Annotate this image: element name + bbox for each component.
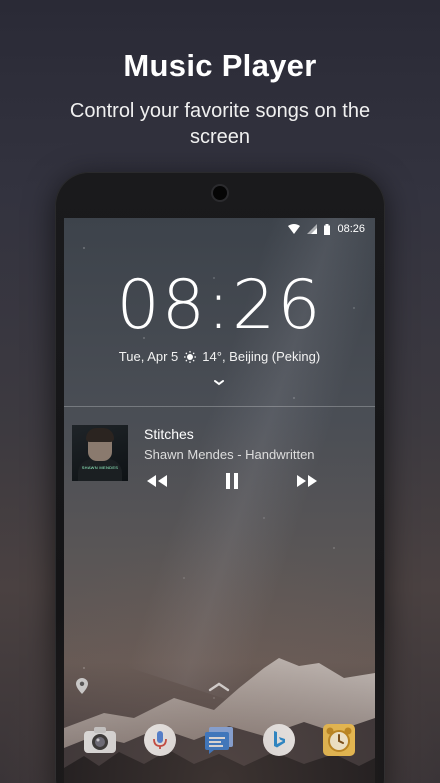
- fast-forward-icon: [297, 475, 317, 487]
- playback-controls: [144, 471, 322, 491]
- chevron-up-icon[interactable]: [208, 682, 230, 692]
- song-title: Stitches: [144, 426, 194, 442]
- pause-icon: [226, 473, 238, 489]
- front-camera: [213, 186, 227, 200]
- app-dock: [64, 710, 375, 770]
- chevron-down-icon[interactable]: [212, 378, 226, 388]
- fast-forward-button[interactable]: [294, 471, 322, 491]
- promo-title: Music Player: [123, 48, 317, 83]
- messages-app-icon[interactable]: [202, 723, 236, 757]
- music-player-widget: SHAWN MENDES Stitches Shawn Mendes - Han…: [72, 425, 367, 489]
- divider: [64, 406, 375, 407]
- promo-subtitle: Control your favorite songs on the scree…: [69, 100, 371, 148]
- song-artist-album: Shawn Mendes - Handwritten: [144, 447, 315, 462]
- album-art[interactable]: SHAWN MENDES: [72, 425, 128, 481]
- alarm-clock-app-icon[interactable]: [322, 723, 356, 757]
- album-art-label: SHAWN MENDES: [81, 465, 119, 470]
- album-art-figure-hair: [86, 428, 114, 442]
- date-text: Tue, Apr 5: [118, 349, 179, 364]
- rewind-icon: [147, 475, 167, 487]
- wifi-icon: [288, 224, 301, 234]
- album-art-figure-shirt: [78, 459, 122, 481]
- bing-app-icon[interactable]: [262, 723, 296, 757]
- lock-screen: 08:26 08:26 Tue, Apr 5 14°, Beijing (Pek…: [64, 218, 375, 783]
- pause-button[interactable]: [222, 471, 250, 491]
- voice-search-app-icon[interactable]: [143, 723, 177, 757]
- camera-app-icon[interactable]: [83, 723, 117, 757]
- status-bar: 08:26: [64, 218, 375, 240]
- date-weather-row: Tue, Apr 5 14°, Beijing (Peking): [64, 349, 375, 364]
- battery-icon: [324, 223, 331, 235]
- signal-icon: [307, 224, 318, 234]
- location-pin-icon[interactable]: [76, 678, 88, 694]
- promo-page: Music Player Control your favorite songs…: [0, 0, 440, 783]
- phone-frame: 08:26 08:26 Tue, Apr 5 14°, Beijing (Pek…: [55, 172, 385, 783]
- rewind-button[interactable]: [144, 471, 172, 491]
- status-time: 08:26: [337, 223, 365, 235]
- sun-icon: [184, 350, 197, 363]
- weather-text: 14°, Beijing (Peking): [202, 349, 321, 364]
- lockscreen-clock: 08:26: [116, 266, 323, 345]
